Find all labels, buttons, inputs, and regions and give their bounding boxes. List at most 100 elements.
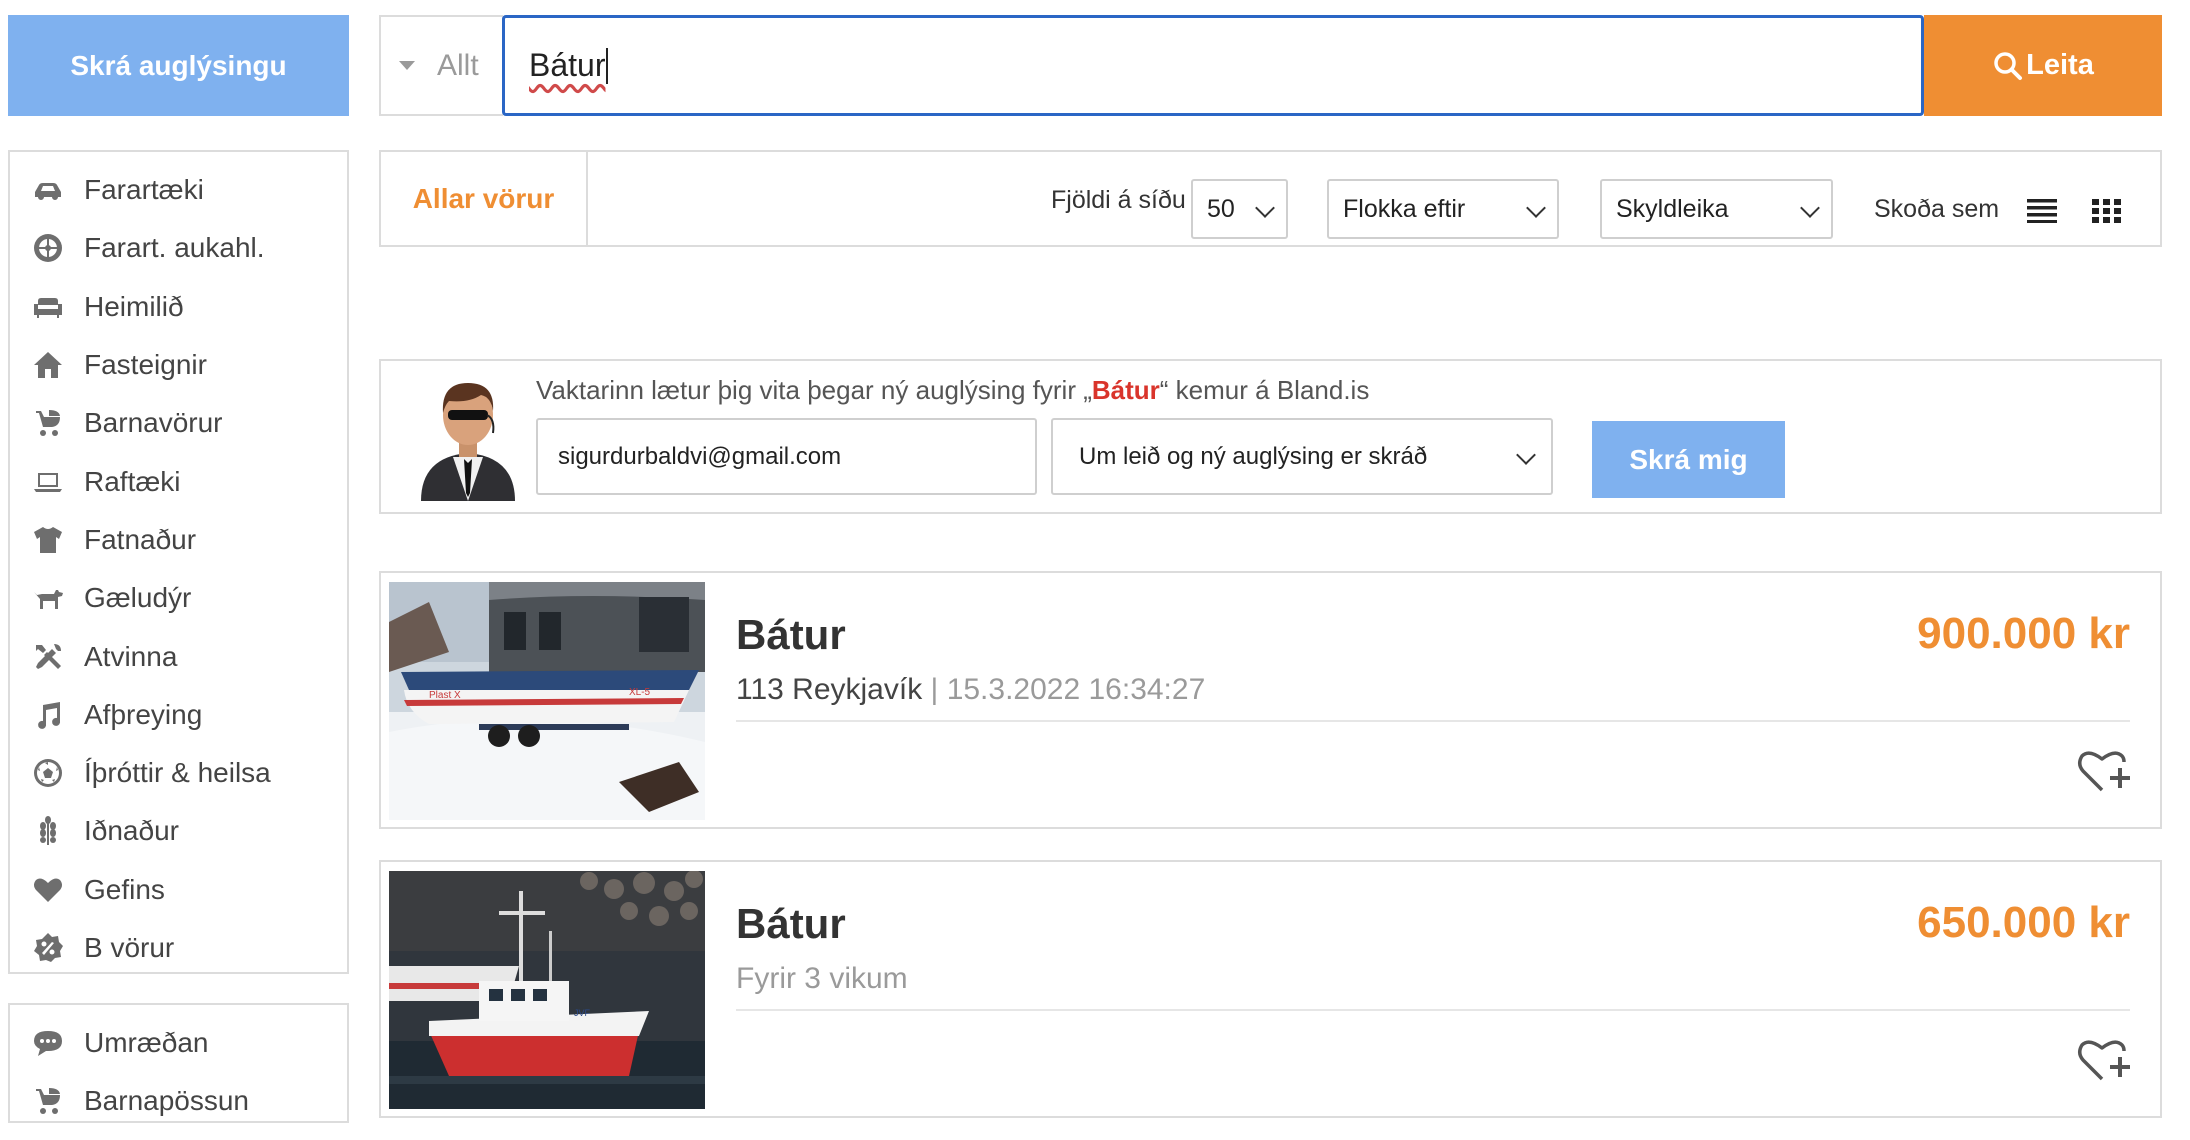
- relevance-sort-select[interactable]: Skyldleika: [1600, 179, 1833, 239]
- svg-text:JVF: JVF: [574, 1008, 591, 1018]
- sidebar-item-vehicle-parts[interactable]: Farart. aukahl.: [10, 219, 347, 277]
- wheel-icon: [30, 230, 66, 266]
- svg-text:XL-5: XL-5: [629, 687, 651, 698]
- chevron-down-icon: [1800, 198, 1820, 218]
- home-icon: [30, 347, 66, 383]
- laptop-icon: [30, 464, 66, 500]
- per-page-select[interactable]: 50: [1191, 179, 1288, 239]
- sidebar-item-free[interactable]: Gefins: [10, 861, 347, 919]
- sidebar-item-label: Farart. aukahl.: [84, 232, 265, 264]
- meta-separator: |: [930, 673, 939, 706]
- sidebar-item-clothing[interactable]: Fatnaður: [10, 511, 347, 569]
- listing-location: 113 Reykjavík: [736, 673, 923, 706]
- stroller-icon: [30, 405, 66, 441]
- listing-posted-time: Fyrir 3 vikum: [736, 962, 908, 995]
- chevron-down-icon: [1516, 445, 1536, 465]
- listing-item[interactable]: JVF Bátur Fyrir 3 vikum 650.000 kr: [379, 860, 2162, 1118]
- sidebar-item-label: Fasteignir: [84, 349, 207, 381]
- car-icon: [30, 172, 66, 208]
- category-sort-value: Flokka eftir: [1343, 194, 1466, 223]
- search-input[interactable]: Bátur: [502, 15, 1924, 116]
- listing-price: 650.000 kr: [1917, 898, 2130, 947]
- per-page-value: 50: [1207, 194, 1235, 223]
- divider: [736, 720, 2130, 722]
- sofa-icon: [30, 289, 66, 325]
- watcher-text-before: Vaktarinn lætur þig vita þegar ný auglýs…: [536, 375, 1092, 405]
- sidebar-item-label: Umræðan: [84, 1027, 209, 1059]
- text-cursor: [606, 47, 609, 84]
- sidebar-item-sports-health[interactable]: Íþróttir & heilsa: [10, 744, 347, 802]
- post-ad-button[interactable]: Skrá auglýsingu: [8, 15, 349, 116]
- view-as-label: Skoða sem: [1874, 195, 2000, 223]
- sidebar-item-label: Barnavörur: [84, 407, 223, 439]
- chevron-down-icon: [1255, 198, 1275, 218]
- soccer-ball-icon: [30, 755, 66, 791]
- listing-item[interactable]: Plast X XL-5 Bátur 113 Reykjavík | 15.3.…: [379, 571, 2162, 829]
- results-toolbar: Allar vörur Fjöldi á síðu 50 Flokka efti…: [379, 150, 2162, 247]
- chat-bubble-icon: [30, 1025, 66, 1061]
- search-query-text: Bátur: [529, 47, 606, 83]
- category-sort-select[interactable]: Flokka eftir: [1327, 179, 1559, 239]
- sidebar-item-label: Farartæki: [84, 174, 204, 206]
- listing-meta: 113 Reykjavík | 15.3.2022 16:34:27: [736, 673, 1205, 707]
- heart-icon: [30, 872, 66, 908]
- sidebar-item-electronics[interactable]: Raftæki: [10, 452, 347, 510]
- stroller-icon: [30, 1083, 66, 1119]
- search-scope-dropdown[interactable]: Allt: [379, 15, 503, 116]
- sidebar-item-vehicles[interactable]: Farartæki: [10, 161, 347, 219]
- shirt-icon: [30, 522, 66, 558]
- grid-view-icon[interactable]: [2092, 197, 2122, 228]
- sidebar-item-label: Atvinna: [84, 640, 178, 672]
- listing-title[interactable]: Bátur: [736, 611, 846, 659]
- percent-badge-icon: [30, 930, 66, 966]
- add-favorite-heart-icon[interactable]: [2076, 1035, 2132, 1085]
- search-button-label: Leita: [2026, 49, 2094, 81]
- category-list: Farartæki Farart. aukahl. Heimilið Faste…: [8, 150, 349, 974]
- caret-down-icon: [399, 61, 415, 70]
- sidebar-item-label: Raftæki: [84, 465, 181, 497]
- tab-all-products[interactable]: Allar vörur: [381, 152, 588, 245]
- listing-title[interactable]: Bátur: [736, 900, 846, 948]
- sidebar-item-home[interactable]: Heimilið: [10, 278, 347, 336]
- sidebar-item-entertainment[interactable]: Afþreying: [10, 686, 347, 744]
- notification-frequency-value: Um leið og ný auglýsing er skráð: [1079, 442, 1428, 470]
- sidebar-item-industry[interactable]: Iðnaður: [10, 802, 347, 860]
- sidebar-item-label: Iðnaður: [84, 815, 179, 847]
- email-field[interactable]: [536, 418, 1037, 495]
- per-page-label: Fjöldi á síðu: [1051, 186, 1186, 214]
- dog-icon: [30, 580, 66, 616]
- search-icon: [1994, 51, 2023, 80]
- listing-photo-boat-on-trailer[interactable]: Plast X XL-5: [389, 582, 705, 820]
- sidebar-item-pets[interactable]: Gæludýr: [10, 569, 347, 627]
- sidebar-item-b-products[interactable]: B vörur: [10, 919, 347, 977]
- watcher-description: Vaktarinn lætur þig vita þegar ný auglýs…: [536, 375, 1369, 406]
- music-note-icon: [30, 697, 66, 733]
- sidebar-item-label: Íþróttir & heilsa: [84, 757, 271, 789]
- sidebar-item-label: Heimilið: [84, 290, 184, 322]
- divider: [736, 1009, 2130, 1011]
- listing-date: 15.3.2022 16:34:27: [946, 673, 1206, 706]
- notification-frequency-select[interactable]: Um leið og ný auglýsing er skráð: [1051, 418, 1553, 495]
- sidebar-item-real-estate[interactable]: Fasteignir: [10, 336, 347, 394]
- sidebar-item-label: Barnapössun: [84, 1085, 250, 1117]
- extra-links-list: Umræðan Barnapössun: [8, 1003, 349, 1123]
- search-button[interactable]: Leita: [1924, 15, 2162, 116]
- chevron-down-icon: [1526, 198, 1546, 218]
- sidebar-item-forum[interactable]: Umræðan: [10, 1014, 347, 1072]
- sidebar-item-babysitting[interactable]: Barnapössun: [10, 1072, 347, 1130]
- listing-price: 900.000 kr: [1917, 609, 2130, 658]
- watcher-agent-avatar: [421, 383, 515, 501]
- watcher-text-after: “ kemur á Bland.is: [1159, 375, 1370, 405]
- add-favorite-heart-icon[interactable]: [2076, 746, 2132, 796]
- watcher-keyword: Bátur: [1091, 375, 1160, 405]
- sidebar-item-jobs[interactable]: Atvinna: [10, 627, 347, 685]
- sidebar-item-label: B vörur: [84, 932, 175, 963]
- list-view-icon[interactable]: [2027, 197, 2057, 228]
- subscribe-button[interactable]: Skrá mig: [1592, 421, 1785, 498]
- sidebar-item-baby-products[interactable]: Barnavörur: [10, 394, 347, 452]
- tools-icon: [30, 639, 66, 675]
- sidebar-item-label: Gefins: [84, 873, 165, 905]
- search-watcher-panel: Vaktarinn lætur þig vita þegar ný auglýs…: [379, 359, 2162, 514]
- listing-photo-boat-in-harbor[interactable]: JVF: [389, 871, 705, 1109]
- sidebar-item-label: Fatnaður: [84, 523, 197, 555]
